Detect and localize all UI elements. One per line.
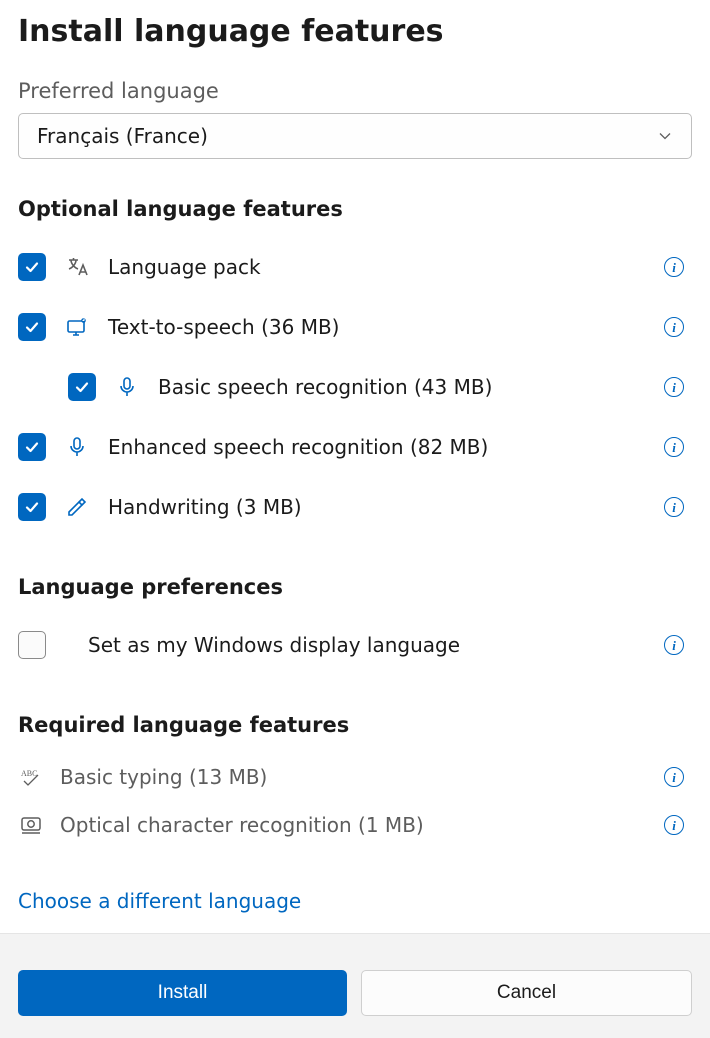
info-icon[interactable]: i [664, 497, 684, 517]
language-pack-checkbox[interactable] [18, 253, 46, 281]
install-button[interactable]: Install [18, 970, 347, 1016]
basic-typing-icon: ABC [18, 765, 44, 789]
preferred-language-value: Français (France) [37, 124, 208, 148]
language-pack-label: Language pack [108, 255, 646, 279]
preferred-language-dropdown[interactable]: Français (France) [18, 113, 692, 159]
language-preferences-heading: Language preferences [18, 575, 692, 599]
dialog-content: Install language features Preferred lang… [0, 0, 710, 933]
info-icon[interactable]: i [664, 815, 684, 835]
info-icon[interactable]: i [664, 317, 684, 337]
required-row-basic-typing: ABC Basic typing (13 MB) i [18, 753, 692, 801]
feature-row-enhanced-speech: Enhanced speech recognition (82 MB) i [18, 417, 692, 477]
enhanced-speech-label: Enhanced speech recognition (82 MB) [108, 435, 646, 459]
install-language-features-dialog: Install language features Preferred lang… [0, 0, 710, 1038]
info-icon[interactable]: i [664, 377, 684, 397]
ocr-icon [18, 813, 44, 837]
feature-row-tts: Text-to-speech (36 MB) i [18, 297, 692, 357]
chevron-down-icon [657, 128, 673, 144]
required-features-heading: Required language features [18, 713, 692, 737]
info-icon[interactable]: i [664, 437, 684, 457]
monitor-speech-icon [64, 315, 90, 339]
cancel-button[interactable]: Cancel [361, 970, 692, 1016]
basic-typing-label: Basic typing (13 MB) [60, 765, 648, 789]
info-icon[interactable]: i [664, 257, 684, 277]
language-pack-icon [64, 255, 90, 279]
info-icon[interactable]: i [664, 767, 684, 787]
feature-row-basic-speech: Basic speech recognition (43 MB) i [18, 357, 692, 417]
preference-row-display-language: Set as my Windows display language i [18, 615, 692, 675]
preferred-language-label: Preferred language [18, 79, 692, 103]
feature-row-handwriting: Handwriting (3 MB) i [18, 477, 692, 537]
microphone-icon [114, 375, 140, 399]
enhanced-speech-checkbox[interactable] [18, 433, 46, 461]
feature-row-language-pack: Language pack i [18, 237, 692, 297]
display-language-label: Set as my Windows display language [88, 633, 646, 657]
ocr-label: Optical character recognition (1 MB) [60, 813, 648, 837]
basic-speech-label: Basic speech recognition (43 MB) [158, 375, 646, 399]
dialog-title: Install language features [18, 14, 692, 49]
handwriting-label: Handwriting (3 MB) [108, 495, 646, 519]
choose-different-language-link[interactable]: Choose a different language [18, 889, 301, 913]
svg-text:ABC: ABC [21, 769, 37, 778]
optional-features-heading: Optional language features [18, 197, 692, 221]
handwriting-icon [64, 495, 90, 519]
handwriting-checkbox[interactable] [18, 493, 46, 521]
tts-checkbox[interactable] [18, 313, 46, 341]
dialog-footer: Install Cancel [0, 933, 710, 1038]
tts-label: Text-to-speech (36 MB) [108, 315, 646, 339]
basic-speech-checkbox[interactable] [68, 373, 96, 401]
info-icon[interactable]: i [664, 635, 684, 655]
display-language-checkbox[interactable] [18, 631, 46, 659]
microphone-icon [64, 435, 90, 459]
required-row-ocr: Optical character recognition (1 MB) i [18, 801, 692, 849]
